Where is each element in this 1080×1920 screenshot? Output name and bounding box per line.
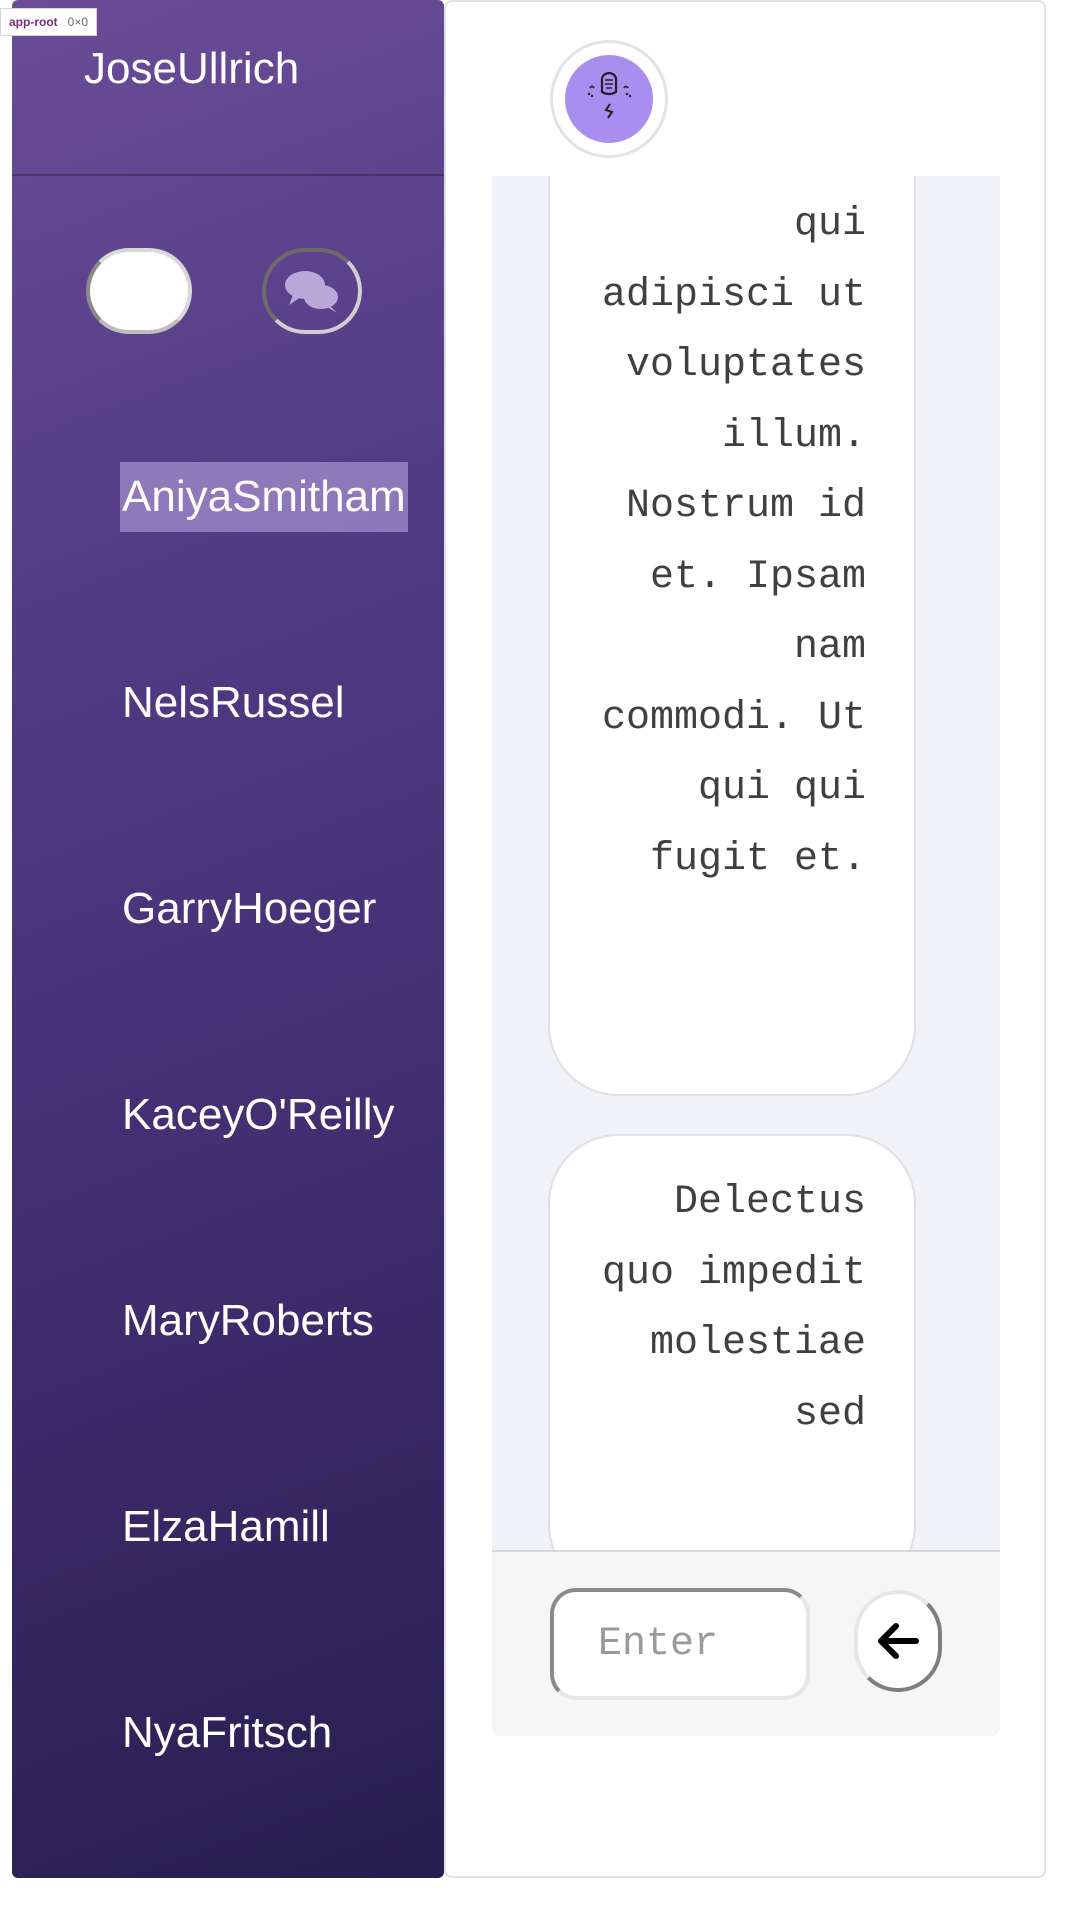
message-bubble: Delectus quo impedit molestiae sed — [548, 1134, 916, 1550]
avatar-face-icon — [565, 55, 653, 143]
contact-item-nelsrussel[interactable]: NelsRussel — [120, 668, 347, 738]
message-composer — [492, 1550, 1000, 1736]
send-button[interactable] — [854, 1590, 942, 1692]
contact-item-elzahamill[interactable]: ElzaHamill — [120, 1492, 332, 1562]
sidebar: JoseUllrich AniyaSmitham NelsRussel Garr… — [12, 0, 444, 1878]
message-input[interactable] — [550, 1588, 810, 1700]
face-doodle-icon — [587, 71, 632, 119]
chat-bubbles-icon — [285, 271, 338, 313]
contact-avatar[interactable] — [550, 40, 668, 158]
status-toggle-button[interactable] — [86, 248, 192, 334]
contact-item-maryroberts[interactable]: MaryRoberts — [120, 1286, 376, 1356]
message-list[interactable]: qui adipisci ut voluptates illum. Nostru… — [492, 176, 1000, 1550]
current-user-name: JoseUllrich — [84, 44, 300, 93]
chats-toggle-button[interactable] — [262, 248, 362, 334]
debug-tag-name: app-root — [9, 15, 58, 29]
message-bubble: qui adipisci ut voluptates illum. Nostru… — [548, 176, 916, 1096]
view-toggles — [12, 246, 444, 336]
contact-item-kaceyoreilly[interactable]: KaceyO'Reilly — [120, 1080, 397, 1150]
contact-item-garryhoeger[interactable]: GarryHoeger — [120, 874, 378, 944]
debug-tag: app-root 0×0 — [0, 8, 98, 36]
contact-item-nyafritsch[interactable]: NyaFritsch — [120, 1698, 334, 1768]
arrow-left-icon — [878, 1623, 919, 1659]
debug-tag-dims: 0×0 — [67, 15, 89, 29]
chat-panel: qui adipisci ut voluptates illum. Nostru… — [444, 0, 1046, 1878]
contact-item-aniyasmitham[interactable]: AniyaSmitham — [120, 462, 408, 532]
